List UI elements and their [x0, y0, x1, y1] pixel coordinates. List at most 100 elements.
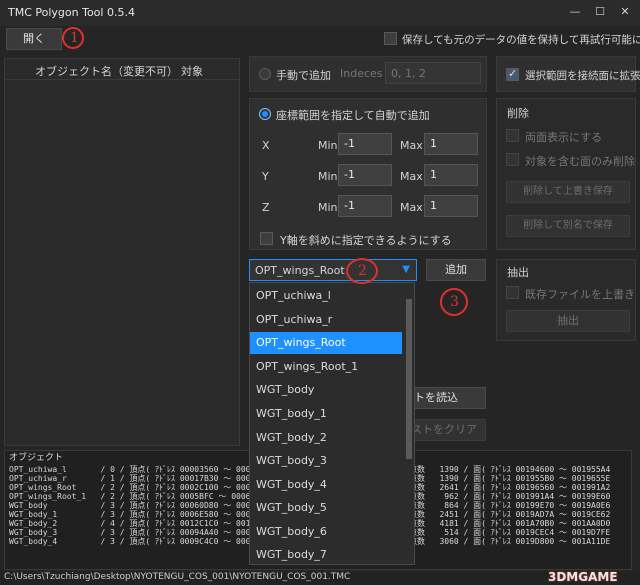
check-icon: ✓ [508, 67, 518, 80]
log-line-right: 点数 1390 / 面( ｱﾄﾞﾚｽ 001955B0 ～ 0019655E [409, 474, 611, 483]
double-sided-checkbox[interactable] [506, 129, 519, 142]
log-line: OPT_uchiwa_r / 1 / 頂点( ｱﾄﾞﾚｽ 00017B30 ～ … [9, 474, 256, 483]
z-axis-label: Z [262, 201, 270, 214]
log-line: OPT_wings_Root_1 / 2 / 頂点( ｱﾄﾞﾚｽ 0005BFC… [9, 492, 251, 501]
manual-add-label: 手動で追加 [276, 69, 331, 82]
header-divider [5, 79, 239, 80]
y-max-input[interactable]: 1 [424, 164, 478, 186]
log-line-right: 点数 2451 / 面( ｱﾄﾞﾚｽ 0019AD7A ～ 0019CE62 [409, 510, 611, 519]
y-min-input[interactable]: -1 [338, 164, 392, 186]
log-line-right: 点数 4181 / 面( ｱﾄﾞﾚｽ 001A70B0 ～ 001AA0D0 [409, 519, 611, 528]
dropdown-option[interactable]: OPT_wings_Root_1 [250, 356, 402, 378]
log-line-right: 点数 1390 / 面( ｱﾄﾞﾚｽ 00194600 ～ 001955A4 [409, 465, 611, 474]
only-contained-checkbox[interactable] [506, 153, 519, 166]
y-max-label: Max [400, 170, 423, 183]
annotation-number-2: 2 [358, 263, 367, 279]
auto-add-radio[interactable] [259, 108, 271, 120]
auto-add-panel: 座標範囲を指定して自動で追加 X Min -1 Max 1 Y Min -1 M… [249, 98, 487, 250]
x-axis-label: X [262, 139, 270, 152]
dropdown-option[interactable]: WGT_body_3 [250, 450, 402, 472]
annotation-number-1: 1 [70, 30, 79, 46]
column-header-target[interactable]: 対象 [181, 63, 203, 79]
column-header-name[interactable]: オブジェクト名（変更不可） [35, 63, 178, 79]
object-combobox[interactable]: OPT_wings_Root ▼ [249, 259, 417, 281]
annotation-number-3: 3 [450, 294, 459, 310]
x-max-label: Max [400, 139, 423, 152]
maximize-icon[interactable]: ☐ [591, 4, 609, 20]
dropdown-option[interactable]: WGT_body_7 [250, 544, 402, 564]
delete-panel: 削除 両面表示にする 対象を含む面のみ削除 削除して上書き保存 削除して別名で保… [496, 98, 636, 250]
x-min-label: Min [318, 139, 338, 152]
indices-label: Indeces [340, 67, 383, 80]
annotation-circle-3: 3 [440, 288, 468, 316]
only-contained-label: 対象を含む面のみ削除 [525, 155, 635, 168]
z-max-input[interactable]: 1 [424, 195, 478, 217]
x-max-input[interactable]: 1 [424, 133, 478, 155]
log-line-right: 点数 2641 / 面( ｱﾄﾞﾚｽ 00196560 ～ 001991A2 [409, 483, 611, 492]
log-line-right: 点数 3060 / 面( ｱﾄﾞﾚｽ 0019D800 ～ 001A11DE [409, 537, 611, 546]
delete-section-title: 削除 [507, 107, 529, 120]
z-min-label: Min [318, 201, 338, 214]
log-header: オブジェクト [9, 453, 64, 463]
dropdown-option[interactable]: WGT_body_5 [250, 497, 402, 519]
dropdown-option-selected[interactable]: OPT_wings_Root [250, 332, 402, 354]
dropdown-option[interactable]: WGT_body [250, 379, 402, 401]
y-oblique-label: Y軸を斜めに指定できるようにする [280, 234, 452, 247]
log-line-right: 点数 962 / 面( ｱﾄﾞﾚｽ 001991A4 ～ 00199E60 [409, 492, 611, 501]
double-sided-label: 両面表示にする [525, 131, 603, 144]
extract-section-title: 抽出 [507, 266, 529, 279]
y-axis-label: Y [262, 170, 269, 183]
close-icon[interactable]: ✕ [616, 4, 634, 20]
indices-input[interactable] [385, 62, 481, 84]
log-line: OPT_uchiwa_l / 0 / 頂点( ｱﾄﾞﾚｽ 00003560 ～ … [9, 465, 256, 474]
expand-selection-checkbox[interactable]: ✓ [506, 67, 519, 81]
dropdown-scroll-thumb[interactable] [406, 299, 412, 459]
file-path: C:\Users\Tzuchiang\Desktop\NYOTENGU_COS_… [4, 572, 351, 582]
annotation-circle-2: 2 [346, 258, 378, 284]
extract-panel: 抽出 既存ファイルを上書き 抽出 [496, 259, 636, 341]
log-line: WGT_body_1 / 3 / 頂点( ｱﾄﾞﾚｽ 0006E580 ～ 00… [9, 510, 256, 519]
minimize-icon[interactable]: — [566, 4, 584, 20]
expand-selection-panel: ✓ 選択範囲を接続面に拡張 [496, 56, 640, 92]
manual-add-radio[interactable] [259, 68, 271, 80]
manual-add-panel: 手動で追加 Indeces [249, 56, 487, 92]
log-line: WGT_body_3 / 3 / 頂点( ｱﾄﾞﾚｽ 00094A40 ～ 00… [9, 528, 256, 537]
object-dropdown-list[interactable]: OPT_uchiwa_l OPT_uchiwa_r OPT_wings_Root… [249, 282, 415, 565]
overwrite-existing-checkbox[interactable] [506, 286, 519, 299]
delete-save-as-button[interactable]: 削除して別名で保存 [506, 215, 630, 237]
extract-button[interactable]: 抽出 [506, 310, 630, 332]
log-line: WGT_body_4 / 3 / 頂点( ｱﾄﾞﾚｽ 0009C4C0 ～ 00… [9, 537, 256, 546]
overwrite-existing-label: 既存ファイルを上書き [525, 288, 635, 301]
annotation-circle-1: 1 [62, 27, 84, 49]
dropdown-option[interactable]: WGT_body_2 [250, 427, 402, 449]
log-line: WGT_body / 3 / 頂点( ｱﾄﾞﾚｽ 00060D80 ～ 0006 [9, 501, 256, 510]
y-oblique-checkbox[interactable] [260, 232, 273, 245]
z-min-input[interactable]: -1 [338, 195, 392, 217]
add-button[interactable]: 追加 [426, 259, 486, 281]
dropdown-option[interactable]: OPT_uchiwa_l [250, 285, 402, 307]
dropdown-option[interactable]: WGT_body_1 [250, 403, 402, 425]
keep-values-label: 保存しても元のデータの値を保持して再試行可能にする [402, 34, 640, 46]
expand-selection-label: 選択範囲を接続面に拡張 [525, 70, 640, 82]
delete-overwrite-button[interactable]: 削除して上書き保存 [506, 181, 630, 203]
status-bar: C:\Users\Tzuchiang\Desktop\NYOTENGU_COS_… [0, 570, 640, 585]
keep-values-checkbox[interactable] [384, 32, 397, 45]
dropdown-option[interactable]: WGT_body_4 [250, 474, 402, 496]
object-combobox-value: OPT_wings_Root [255, 264, 345, 277]
y-min-label: Min [318, 170, 338, 183]
auto-add-label: 座標範囲を指定して自動で追加 [276, 109, 430, 122]
log-line-right: 点数 864 / 面( ｱﾄﾞﾚｽ 00199E70 ～ 0019A0E6 [409, 501, 611, 510]
dropdown-option[interactable]: WGT_body_6 [250, 521, 402, 543]
watermark-logo: 3DMGAME [548, 570, 618, 584]
log-line: OPT_wings_Root / 2 / 頂点( ｱﾄﾞﾚｽ 0002C100 … [9, 483, 256, 492]
log-line: WGT_body_2 / 4 / 頂点( ｱﾄﾞﾚｽ 0012C1C0 ～ 00… [9, 519, 256, 528]
log-line-right: 点数 514 / 面( ｱﾄﾞﾚｽ 0019CEC4 ～ 0019D7FE [409, 528, 611, 537]
title-bar: TMC Polygon Tool 0.5.4 — ☐ ✕ [0, 0, 640, 26]
chevron-down-icon[interactable]: ▼ [402, 264, 410, 275]
dropdown-scrollbar[interactable] [405, 299, 413, 552]
x-min-input[interactable]: -1 [338, 133, 392, 155]
z-max-label: Max [400, 201, 423, 214]
object-list[interactable]: オブジェクト名（変更不可） 対象 [4, 58, 240, 446]
open-button[interactable]: 開く [6, 28, 62, 50]
dropdown-option[interactable]: OPT_uchiwa_r [250, 309, 402, 331]
